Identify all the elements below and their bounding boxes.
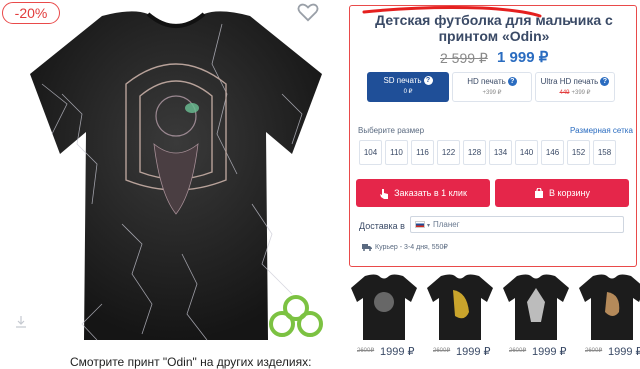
- print-option-sd[interactable]: SD печать? 0 ₽: [367, 72, 449, 102]
- caret-down-icon: ▾: [427, 223, 431, 229]
- print-option-price: +399 ₽: [571, 90, 591, 96]
- print-option-hd[interactable]: HD печать? +399 ₽: [452, 72, 532, 102]
- size-option[interactable]: 134: [489, 140, 512, 165]
- print-option-label: SD печать: [383, 76, 422, 85]
- print-option-ultra-hd[interactable]: Ultra HD печать? 449 +399 ₽: [535, 72, 615, 102]
- other-items-caption: Смотрите принт "Odin" на других изделиях…: [70, 355, 312, 369]
- product-thumbnail[interactable]: [577, 272, 640, 342]
- related-product-card[interactable]: 2600₽ 1999 ₽: [425, 272, 495, 369]
- related-old-price: 2600₽: [433, 348, 451, 354]
- delivery-location-select[interactable]: ▾ Планег: [410, 216, 624, 233]
- one-click-order-button[interactable]: Заказать в 1 клик: [356, 179, 490, 207]
- print-option-price: +399 ₽: [482, 90, 502, 96]
- size-label: Выберите размер: [358, 126, 425, 135]
- related-old-price: 2600₽: [357, 348, 375, 354]
- print-option-price: 0 ₽: [403, 89, 413, 95]
- download-icon[interactable]: [14, 315, 28, 329]
- old-price: 2 599 ₽: [440, 50, 488, 66]
- size-option[interactable]: 158: [593, 140, 616, 165]
- size-option[interactable]: 152: [567, 140, 590, 165]
- related-old-price: 2600₽: [509, 348, 527, 354]
- size-option[interactable]: 110: [385, 140, 408, 165]
- truck-icon: [362, 244, 372, 252]
- related-products: 2600₽ 1999 ₽ 2600₽ 1999 ₽ 2600₽ 1999 ₽ 2…: [349, 272, 640, 369]
- delivery-label: Доставка в: [359, 221, 405, 231]
- related-price: 1999 ₽: [380, 346, 415, 358]
- hand-pointer-icon: [380, 188, 389, 199]
- russia-flag-icon: [415, 221, 425, 229]
- size-option[interactable]: 140: [515, 140, 538, 165]
- size-option[interactable]: 104: [359, 140, 382, 165]
- size-option[interactable]: 116: [411, 140, 434, 165]
- related-price: 1999 ₽: [608, 346, 640, 358]
- one-click-order-label: Заказать в 1 клик: [394, 188, 467, 198]
- product-title: Детская футболка для мальчика с принтом …: [375, 12, 613, 44]
- help-icon[interactable]: ?: [423, 76, 433, 85]
- help-icon[interactable]: ?: [507, 77, 517, 86]
- related-product-card[interactable]: 2600₽ 1999 ₽: [349, 272, 419, 369]
- size-option[interactable]: 122: [437, 140, 460, 165]
- add-to-cart-button[interactable]: В корзину: [495, 179, 629, 207]
- print-option-label: Ultra HD печать: [540, 77, 599, 86]
- heart-outline-icon[interactable]: [297, 2, 319, 22]
- courier-info: Курьер - 3-4 дня, 550₽: [362, 243, 448, 252]
- add-to-cart-label: В корзину: [548, 188, 591, 198]
- green-clover-logo-icon: [269, 295, 323, 337]
- related-old-price: 2600₽: [585, 348, 603, 354]
- delivery-location: Планег: [433, 220, 460, 229]
- current-price: 1 999 ₽: [497, 49, 549, 66]
- discount-badge: -20%: [2, 2, 60, 24]
- product-image-panel[interactable]: -20%: [0, 0, 340, 352]
- print-option-old-price: 449: [559, 90, 570, 96]
- product-thumbnail[interactable]: [349, 272, 419, 342]
- courier-text: Курьер - 3-4 дня, 550₽: [375, 244, 448, 251]
- product-thumbnail[interactable]: [501, 272, 571, 342]
- related-price: 1999 ₽: [532, 346, 567, 358]
- size-chart-link[interactable]: Размерная сетка: [570, 126, 633, 135]
- related-price: 1999 ₽: [456, 346, 491, 358]
- size-option[interactable]: 128: [463, 140, 486, 165]
- product-thumbnail[interactable]: [425, 272, 495, 342]
- size-option[interactable]: 146: [541, 140, 564, 165]
- size-grid: 104 110 116 122 128 134 140 146 152 158: [359, 140, 616, 165]
- help-icon[interactable]: ?: [600, 77, 610, 86]
- print-option-label: HD печать: [467, 77, 506, 86]
- related-product-card[interactable]: 2600₽ 1999 ₽: [501, 272, 571, 369]
- related-product-card[interactable]: 2600₽ 1999 ₽: [577, 272, 640, 369]
- shopping-bag-icon: [534, 187, 543, 199]
